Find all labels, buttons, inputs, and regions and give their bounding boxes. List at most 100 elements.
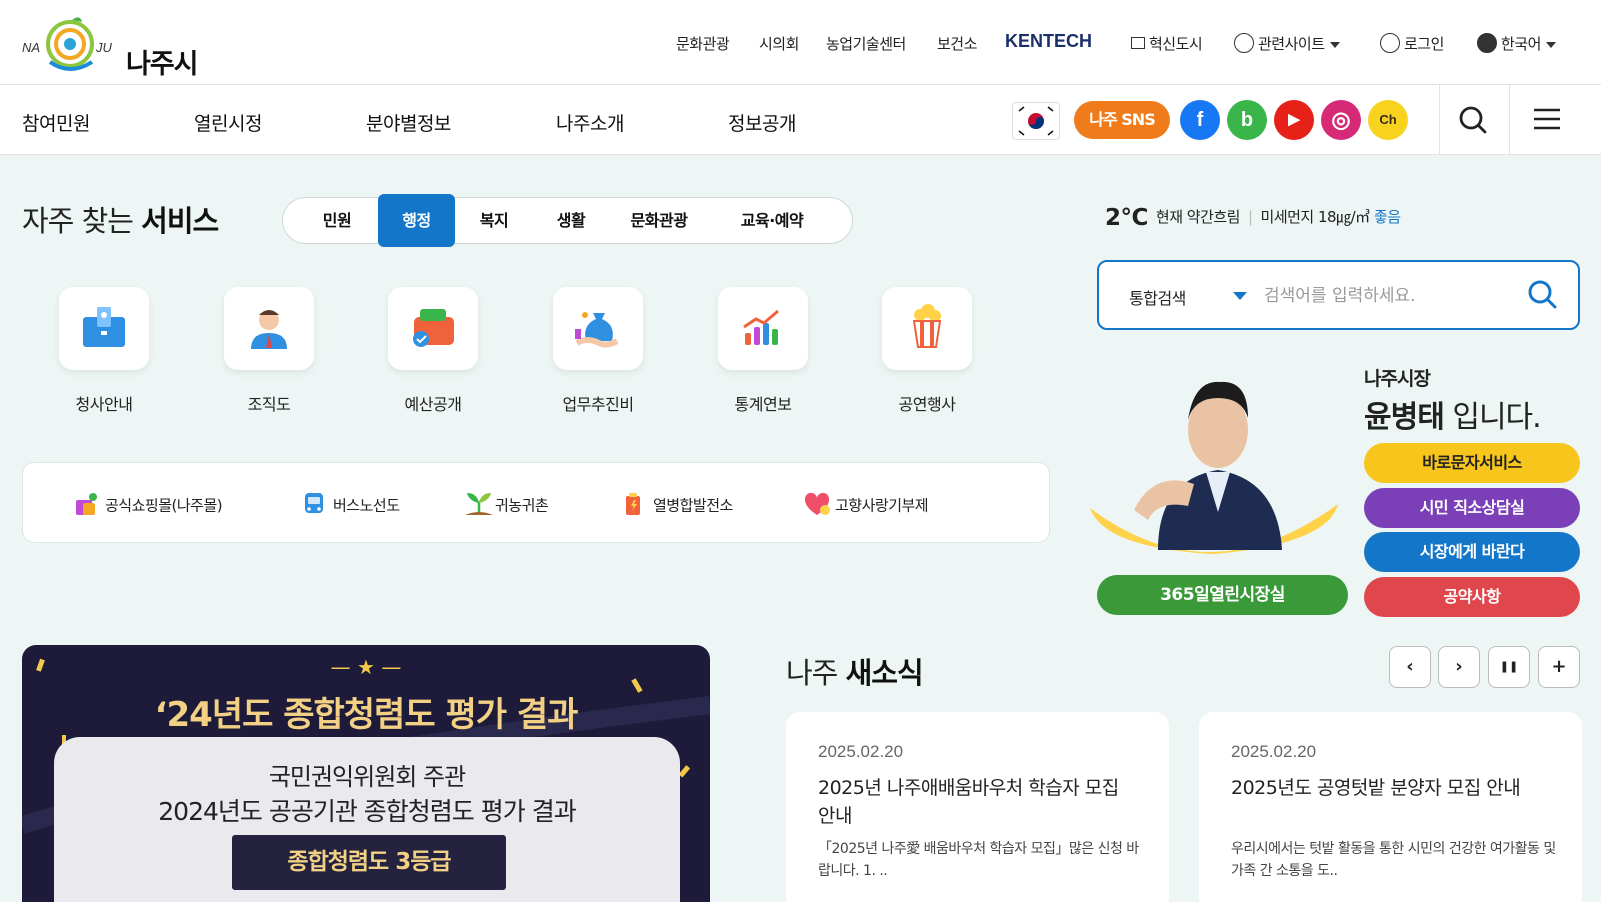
services-tab-bar: 민원 행정 복지 생활 문화관광 교육·예약 [282, 194, 853, 247]
related-sites-dropdown[interactable]: 관련사이트 [1234, 32, 1340, 55]
service-label-performance: 공연행사 [898, 395, 956, 414]
nav-item-open-admin[interactable]: 열린시정 [194, 109, 262, 136]
service-card-budget[interactable] [388, 287, 478, 370]
service-card-org-chart[interactable] [224, 287, 314, 370]
korea-flag-icon[interactable] [1012, 102, 1060, 140]
banner-star-icon: — ★ — [330, 655, 402, 679]
news-pause-button[interactable]: ❚❚ [1488, 646, 1530, 688]
divider [1509, 85, 1510, 155]
util-link-health-center[interactable]: 보건소 [937, 33, 977, 54]
citizen-consult-button[interactable]: 시민 직소상담실 [1364, 488, 1580, 528]
service-label-building: 청사안내 [75, 395, 133, 414]
menu-circle-icon [1234, 32, 1254, 53]
instagram-icon[interactable]: ◎ [1321, 100, 1361, 140]
util-link-culture-tourism[interactable]: 문화관광 [676, 33, 730, 54]
mayor-title-small: 나주시장 [1364, 368, 1431, 390]
tab-civil[interactable]: 민원 [297, 198, 377, 243]
quick-link-hometown-donation[interactable]: 고향사랑기부제 [803, 492, 929, 519]
news-next-button[interactable]: › [1438, 646, 1480, 688]
news-date: 2025.02.20 [818, 742, 904, 761]
nav-item-field-info[interactable]: 분야별정보 [366, 109, 451, 136]
service-card-building[interactable] [59, 287, 149, 370]
tab-admin[interactable]: 행정 [378, 194, 455, 247]
tab-culture-tourism[interactable]: 문화관광 [609, 198, 709, 243]
login-link[interactable]: 로그인 [1380, 32, 1444, 55]
quick-link-label: 버스노선도 [333, 496, 400, 515]
ask-mayor-button[interactable]: 시장에게 바란다 [1364, 532, 1580, 572]
util-link-city-council[interactable]: 시의회 [759, 33, 799, 54]
banner-subtitle-2: 2024년도 공공기관 종합청렴도 평가 결과 [158, 797, 576, 826]
nav-item-info-disclosure[interactable]: 정보공개 [728, 109, 796, 136]
util-link-innovation-city[interactable]: 혁신도시 [1131, 33, 1203, 54]
service-label-expenses: 업무추진비 [562, 395, 634, 414]
service-card-statistics[interactable] [718, 287, 808, 370]
youtube-icon[interactable]: ▶ [1274, 100, 1314, 140]
user-icon [1380, 32, 1400, 53]
svg-text:NA: NA [22, 40, 40, 55]
service-card-performance[interactable] [882, 287, 972, 370]
quick-link-power-plant[interactable]: 열병합발전소 [621, 493, 733, 519]
fine-dust: 미세먼지 18㎍/㎥ [1260, 208, 1371, 226]
fine-dust-grade: 좋음 [1373, 208, 1401, 226]
logo-text: 나주시 [126, 49, 199, 80]
quick-link-label: 열병합발전소 [653, 496, 733, 515]
logo-emblem-icon: NA JU [22, 17, 113, 71]
tab-welfare[interactable]: 복지 [455, 198, 533, 243]
innovation-city-label: 혁신도시 [1149, 35, 1203, 53]
integrity-banner[interactable]: — ★ — ‘24년도 종합청렴도 평가 결과 국민권익위원회 주관 2024년… [22, 645, 710, 902]
tab-education-reservation[interactable]: 교육·예약 [709, 198, 835, 243]
power-plant-icon [621, 491, 647, 517]
sms-service-button[interactable]: 바로문자서비스 [1364, 443, 1580, 483]
news-prev-button[interactable]: ‹ [1389, 646, 1431, 688]
banner-title: ‘24년도 종합청렴도 평가 결과 [154, 695, 579, 735]
service-label-org-chart: 조직도 [247, 395, 291, 414]
login-label: 로그인 [1404, 35, 1444, 53]
mayor-greeting: 윤병태 입니다. [1364, 400, 1542, 435]
search-input[interactable] [1264, 276, 1514, 316]
kakao-channel-icon[interactable]: Ch [1368, 100, 1408, 140]
service-label-statistics: 통계연보 [734, 395, 792, 414]
pledges-button[interactable]: 공약사항 [1364, 577, 1580, 617]
news-headline: 2025년도 공영텃밭 분양자 모집 안내 [1231, 777, 1521, 799]
quick-link-bus-routes[interactable]: 버스노선도 [301, 493, 400, 519]
search-icon[interactable] [1526, 278, 1560, 312]
related-sites-label: 관련사이트 [1258, 35, 1325, 53]
open-mayor-office-button[interactable]: 365일열린시장실 [1097, 575, 1348, 615]
search-scope-select[interactable]: 통합검색 [1129, 285, 1186, 309]
nav-item-about-naju[interactable]: 나주소개 [556, 109, 624, 136]
news-card[interactable]: 2025.02.20 2025년도 공영텃밭 분양자 모집 안내 우리시에서는 … [1199, 712, 1582, 902]
money-bag-icon [575, 312, 619, 348]
language-dropdown[interactable]: 한국어 [1477, 32, 1556, 55]
util-link-agri-center[interactable]: 농업기술센터 [826, 33, 906, 54]
service-card-expenses[interactable] [553, 287, 643, 370]
wallet-icon [413, 309, 454, 347]
svg-text:JU: JU [95, 40, 113, 55]
banner-grade-badge: 종합청렴도 3등급 [232, 835, 506, 890]
chevron-down-icon[interactable] [1233, 292, 1247, 300]
nav-item-participation[interactable]: 참여민원 [22, 109, 90, 136]
util-link-kentech[interactable]: KENTECH [1005, 31, 1092, 52]
popcorn-icon [912, 304, 942, 348]
news-date: 2025.02.20 [1231, 742, 1317, 761]
service-label-budget: 예산공개 [404, 395, 462, 414]
quick-link-label: 공식쇼핑몰(나주몰) [105, 496, 223, 515]
banner-card: 국민권익위원회 주관 2024년도 공공기관 종합청렴도 평가 결과 종합청렴도… [54, 737, 680, 902]
facebook-icon[interactable]: f [1180, 100, 1220, 140]
sprout-icon [463, 491, 493, 517]
all-menu-button[interactable] [1512, 85, 1582, 155]
bus-icon [301, 491, 327, 517]
quick-link-label: 고향사랑기부제 [835, 496, 929, 515]
naju-sns-label: 나주 SNS [1074, 101, 1170, 139]
mayor-photo [1090, 381, 1338, 554]
news-more-button[interactable]: + [1538, 646, 1580, 688]
language-label: 한국어 [1501, 35, 1541, 53]
tab-living[interactable]: 생활 [533, 198, 609, 243]
quick-link-shopping-mall[interactable]: 공식쇼핑몰(나주몰) [73, 493, 223, 519]
news-card[interactable]: 2025.02.20 2025년 나주애배움바우처 학습자 모집 안내 「202… [786, 712, 1169, 902]
hamburger-menu-icon [1534, 108, 1560, 130]
site-logo[interactable]: NA JU 나주시 [20, 14, 210, 80]
quick-link-return-farming[interactable]: 귀농귀촌 [463, 491, 549, 519]
weather-status: 현재 약간흐림 [1155, 208, 1241, 226]
blog-icon[interactable]: b [1227, 100, 1267, 140]
search-toggle-button[interactable] [1439, 85, 1509, 155]
